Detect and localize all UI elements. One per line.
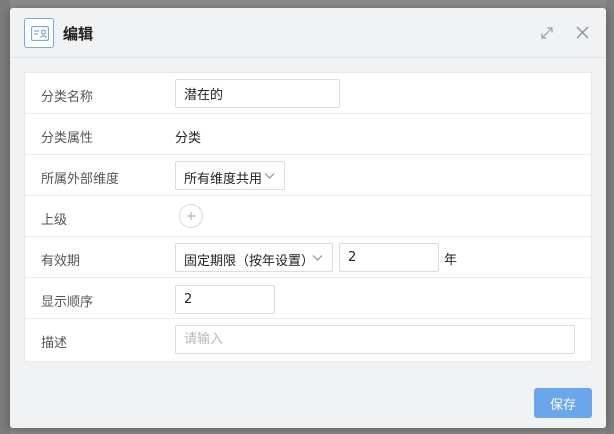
display-order-input[interactable]	[175, 285, 275, 314]
category-attribute-value: 分类	[175, 131, 202, 146]
row-category-attribute: 分类属性 分类	[25, 114, 591, 155]
expand-icon[interactable]	[540, 26, 554, 40]
backdrop	[0, 0, 10, 434]
row-category-name: 分类名称	[25, 73, 591, 114]
close-icon[interactable]	[575, 25, 590, 40]
row-validity: 有效期 固定期限（按年设置） 年	[25, 237, 591, 278]
description-label: 描述	[41, 336, 68, 351]
category-name-input[interactable]	[175, 79, 340, 108]
backdrop-right	[606, 0, 614, 434]
validity-label: 有效期	[41, 254, 81, 269]
external-dimension-selected: 所有维度共用	[184, 172, 263, 187]
edit-dialog: 编辑 分类名称 分类属性 分类 所属外部维度 所有	[10, 8, 606, 428]
display-order-label: 显示顺序	[41, 295, 94, 310]
row-external-dimension: 所属外部维度 所有维度共用	[25, 155, 591, 196]
category-attribute-label: 分类属性	[41, 131, 94, 146]
chevron-down-icon	[264, 173, 275, 179]
validity-type-select[interactable]: 固定期限（按年设置）	[175, 243, 333, 272]
parent-label: 上级	[41, 213, 68, 228]
edit-card-icon	[24, 18, 54, 48]
save-button[interactable]: 保存	[534, 388, 592, 418]
validity-years-input[interactable]	[339, 243, 439, 272]
chevron-down-icon	[312, 255, 323, 261]
category-name-label: 分类名称	[41, 90, 94, 105]
row-display-order: 显示顺序	[25, 278, 591, 319]
external-dimension-select[interactable]: 所有维度共用	[175, 161, 285, 190]
plus-icon	[187, 212, 195, 220]
external-dimension-label: 所属外部维度	[41, 172, 120, 187]
row-parent: 上级	[25, 196, 591, 237]
validity-type-selected: 固定期限（按年设置）	[184, 254, 315, 269]
dialog-title: 编辑	[63, 25, 94, 43]
row-description: 描述	[25, 319, 591, 360]
description-input[interactable]	[175, 325, 575, 354]
edit-form: 分类名称 分类属性 分类 所属外部维度 所有维度共用 上级	[24, 72, 592, 362]
dialog-header: 编辑	[10, 8, 606, 58]
validity-unit: 年	[444, 253, 458, 268]
add-parent-button[interactable]	[179, 204, 203, 228]
